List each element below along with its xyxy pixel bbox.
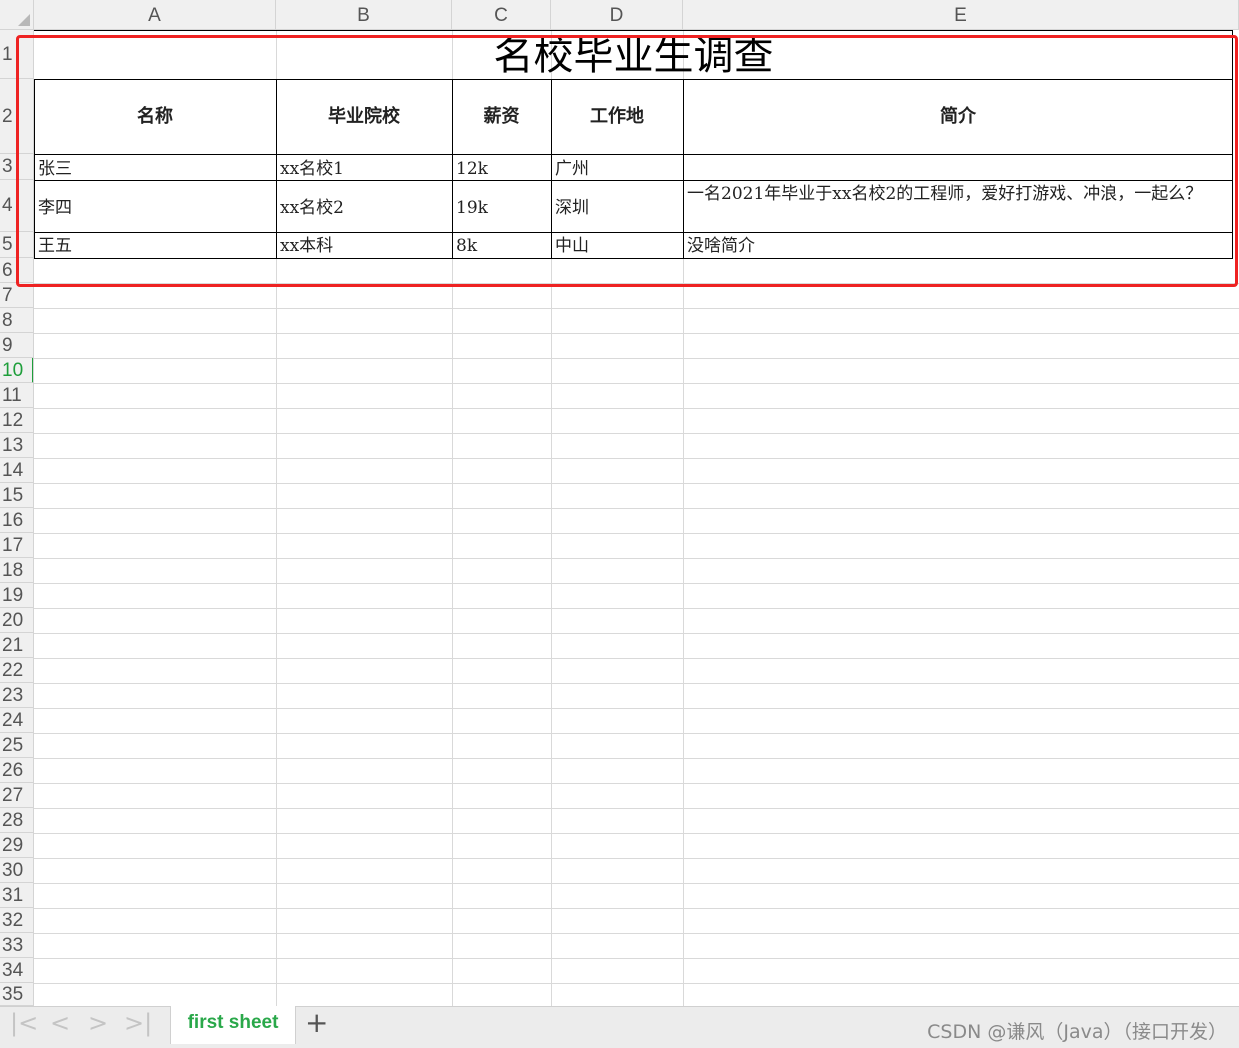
column-header-c[interactable]: C (452, 0, 551, 30)
grid-line (34, 983, 1239, 984)
grid-line (34, 308, 1239, 309)
column-header-b[interactable]: B (276, 0, 452, 30)
grid-line (34, 683, 1239, 684)
grid-line (34, 383, 1239, 384)
grid-line (34, 533, 1239, 534)
select-all-triangle-icon (18, 14, 30, 26)
grid-line (34, 358, 1239, 359)
row-header-22[interactable]: 22 (0, 658, 33, 683)
row-header-32[interactable]: 32 (0, 908, 33, 933)
grid-line (34, 733, 1239, 734)
grid-line (34, 958, 1239, 959)
row-header-30[interactable]: 30 (0, 858, 33, 883)
grid-line (34, 458, 1239, 459)
row-header-16[interactable]: 16 (0, 508, 33, 533)
row-header-35[interactable]: 35 (0, 983, 33, 1006)
row-header-23[interactable]: 23 (0, 683, 33, 708)
grid-line (34, 508, 1239, 509)
sheet-tab-first[interactable]: first sheet (170, 1006, 296, 1044)
grid-line (34, 833, 1239, 834)
row-header-10[interactable]: 10 (0, 358, 33, 383)
row-header-9[interactable]: 9 (0, 333, 33, 358)
column-header-a[interactable]: A (34, 0, 276, 30)
watermark-text: CSDN @谦风（Java）（接口开发） (927, 1021, 1227, 1043)
prev-sheet-nav-icon[interactable]: < (50, 1009, 70, 1037)
first-sheet-nav-icon[interactable]: |< (10, 1009, 38, 1037)
last-sheet-nav-icon[interactable]: >| (124, 1009, 152, 1037)
row-header-33[interactable]: 33 (0, 933, 33, 958)
row-header-12[interactable]: 12 (0, 408, 33, 433)
grid-line (34, 608, 1239, 609)
column-header-d[interactable]: D (551, 0, 683, 30)
next-sheet-nav-icon[interactable]: > (88, 1009, 108, 1037)
table-border (34, 30, 1233, 31)
grid-line (34, 483, 1239, 484)
row-header-29[interactable]: 29 (0, 833, 33, 858)
row-header-13[interactable]: 13 (0, 433, 33, 458)
grid-line (34, 583, 1239, 584)
grid-line (34, 633, 1239, 634)
row-header-11[interactable]: 11 (0, 383, 33, 408)
row-header-20[interactable]: 20 (0, 608, 33, 633)
row-header-25[interactable]: 25 (0, 733, 33, 758)
row-header-15[interactable]: 15 (0, 483, 33, 508)
sheet-tab-bar: |< < > >| first sheet + CSDN @谦风（Java）（接… (0, 1006, 1239, 1048)
row-header-17[interactable]: 17 (0, 533, 33, 558)
row-header-31[interactable]: 31 (0, 883, 33, 908)
grid-line (34, 433, 1239, 434)
row-header-24[interactable]: 24 (0, 708, 33, 733)
grid-line (34, 708, 1239, 709)
column-header-e[interactable]: E (683, 0, 1239, 30)
grid-line (34, 783, 1239, 784)
row-header-14[interactable]: 14 (0, 458, 33, 483)
row-header-8[interactable]: 8 (0, 308, 33, 333)
row-header-34[interactable]: 34 (0, 958, 33, 983)
highlight-annotation-box (16, 35, 1238, 287)
column-header-bar: A B C D E (0, 0, 1239, 30)
select-all-corner[interactable] (0, 0, 34, 30)
grid-line (34, 758, 1239, 759)
row-header-27[interactable]: 27 (0, 783, 33, 808)
row-header-18[interactable]: 18 (0, 558, 33, 583)
grid-line (34, 808, 1239, 809)
grid-line (34, 333, 1239, 334)
grid-line (34, 908, 1239, 909)
grid-line (34, 658, 1239, 659)
grid-line (34, 933, 1239, 934)
row-header-21[interactable]: 21 (0, 633, 33, 658)
row-header-19[interactable]: 19 (0, 583, 33, 608)
row-header-28[interactable]: 28 (0, 808, 33, 833)
grid-line (34, 558, 1239, 559)
grid-line (34, 858, 1239, 859)
grid-line (34, 883, 1239, 884)
add-sheet-button[interactable]: + (305, 1009, 328, 1037)
row-header-26[interactable]: 26 (0, 758, 33, 783)
grid-line (34, 408, 1239, 409)
